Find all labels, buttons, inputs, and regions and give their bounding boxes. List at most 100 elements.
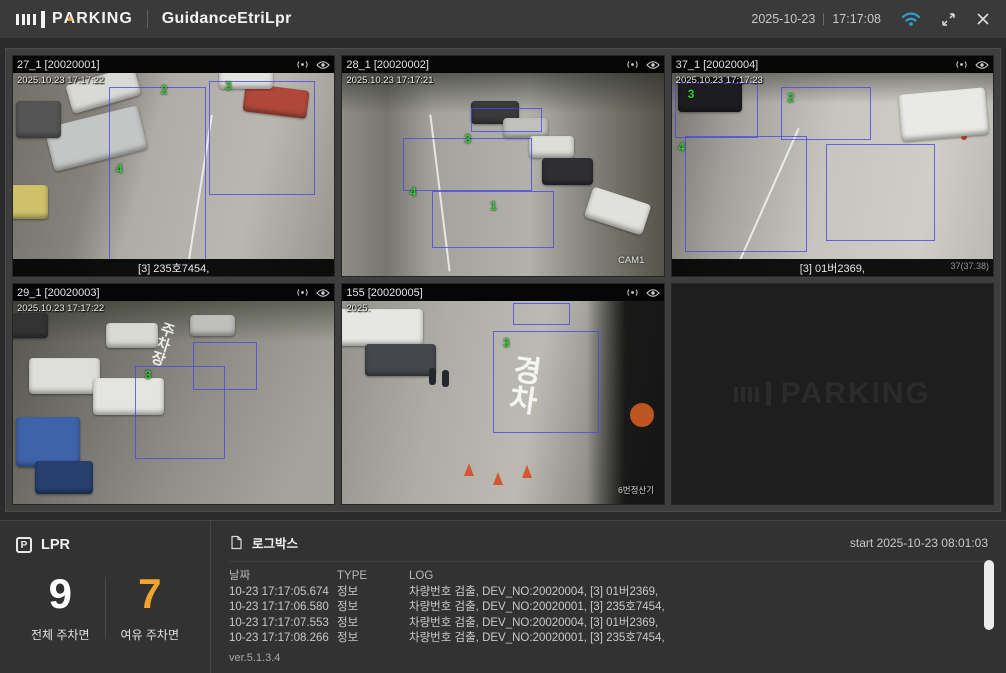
scene-cam-label: CAM1 (618, 255, 644, 266)
parking-watermark: PARKING (734, 377, 931, 411)
detection-number: 3 (145, 368, 152, 382)
scene-car (16, 101, 61, 138)
app-title: GuidanceEtriLpr (162, 10, 292, 28)
camera-tile-4[interactable]: 29_1 [20020003] 2025.10.23 17:17:22 주차장 … (12, 283, 335, 505)
wifi-icon (901, 11, 921, 27)
stream-icon[interactable] (295, 59, 310, 70)
camera-header: 155 [20020005] (342, 284, 663, 301)
eye-icon[interactable] (975, 60, 989, 70)
camera-header: 37_1 [20020004] (672, 56, 993, 73)
log-row[interactable]: 10-23 17:17:08.266정보차량번호 검출, DEV_NO:2002… (229, 631, 988, 647)
stream-icon[interactable] (625, 59, 640, 70)
camera-header: 29_1 [20020003] (13, 284, 334, 301)
logo-bar (766, 382, 771, 406)
available-spaces-stat: 7 여유 주차면 (106, 567, 195, 643)
total-spaces-value: 9 (16, 571, 105, 617)
scene-car (190, 315, 235, 335)
camera-label: 28_1 [20020002] (346, 59, 618, 71)
scene-car (29, 358, 100, 395)
stream-icon[interactable] (295, 287, 310, 298)
log-cell: 차량번호 검출, DEV_NO:20020001, [3] 235호7454, (409, 631, 988, 647)
watermark-text: PARKING (781, 377, 931, 411)
log-cell: 정보 (337, 631, 409, 647)
camera-grid: 27_1 [20020001] 2025.10.23 17:17:22 [3] … (5, 48, 1001, 512)
parking-logo: PARKING (16, 10, 133, 28)
lpr-stats: 9 전체 주차면 7 여유 주차면 (16, 567, 194, 643)
scene-person (429, 368, 436, 385)
total-spaces-stat: 9 전체 주차면 (16, 567, 105, 643)
camera-tile-5[interactable]: 155 [20020005] 2025. 경차 6번정산기 3 (341, 283, 664, 505)
detection-box (403, 138, 532, 191)
logbox-header: 로그박스 start 2025-10-23 08:01:03 (229, 533, 988, 562)
camera-tile-2[interactable]: 28_1 [20020002] 2025.10.23 17:17:21 CAM1… (341, 55, 664, 277)
fullscreen-button[interactable] (941, 12, 956, 27)
log-cell: 10-23 17:17:06.580 (229, 600, 337, 616)
camera-feed: 2025.10.23 17:17:23 [3] 01버2369, 37(37.3… (672, 73, 993, 276)
camera-tile-6-empty[interactable]: PARKING (671, 283, 994, 505)
logbox-start-time: start 2025-10-23 08:01:03 (850, 536, 988, 550)
scene-car (583, 186, 651, 236)
eye-icon[interactable] (316, 60, 330, 70)
detection-number: 4 (410, 185, 417, 199)
detection-box (685, 136, 807, 252)
camera-tile-3[interactable]: 37_1 [20020004] 2025.10.23 17:17:23 [3] … (671, 55, 994, 277)
camera-header: 28_1 [20020002] (342, 56, 663, 73)
log-cell: 10-23 17:17:08.266 (229, 631, 337, 647)
scene-banner-text: 6번정산기 (618, 484, 654, 496)
stream-icon[interactable] (954, 59, 969, 70)
log-col-log: LOG (409, 569, 988, 585)
eye-icon[interactable] (646, 288, 660, 298)
plate-caption-side: 37(37.38) (950, 261, 989, 271)
log-row[interactable]: 10-23 17:17:05.674정보차량번호 검출, DEV_NO:2002… (229, 585, 988, 601)
eye-icon[interactable] (646, 60, 660, 70)
close-button[interactable] (976, 12, 990, 26)
detection-box (209, 81, 315, 195)
document-icon (229, 535, 243, 550)
scene-car (13, 313, 48, 337)
eye-icon[interactable] (316, 288, 330, 298)
logo-bar (741, 387, 745, 402)
camera-feed: 2025.10.23 17:17:22 주차장 3 (13, 301, 334, 504)
plate-caption: [3] 235호7454, (13, 259, 334, 276)
log-scrollbar-thumb[interactable] (984, 560, 994, 630)
detection-number: 3 (503, 336, 510, 350)
camera-label: 37_1 [20020004] (676, 59, 948, 71)
log-row[interactable]: 10-23 17:17:07.553정보차량번호 검출, DEV_NO:2002… (229, 616, 988, 632)
scene-car (342, 309, 422, 346)
log-cell: 차량번호 검출, DEV_NO:20020004, [3] 01버2369, (409, 585, 988, 601)
camera-label: 27_1 [20020001] (17, 59, 289, 71)
log-cell: 차량번호 검출, DEV_NO:20020001, [3] 235호7454, (409, 600, 988, 616)
camera-header: 27_1 [20020001] (13, 56, 334, 73)
logo-bar (22, 14, 25, 25)
logo-bar (755, 387, 759, 402)
detection-number: 2 (161, 83, 168, 97)
lpr-title: LPR (41, 537, 70, 553)
camera-tile-1[interactable]: 27_1 [20020001] 2025.10.23 17:17:22 [3] … (12, 55, 335, 277)
detection-number: 3 (464, 132, 471, 146)
log-row[interactable]: 10-23 17:17:06.580정보차량번호 검출, DEV_NO:2002… (229, 600, 988, 616)
log-rows: 10-23 17:17:05.674정보차량번호 검출, DEV_NO:2002… (229, 585, 988, 647)
detection-number: 1 (490, 199, 497, 213)
log-table: 날짜 TYPE LOG 10-23 17:17:05.674정보차량번호 검출,… (229, 569, 988, 647)
title-separator (147, 10, 148, 28)
clock: 2025-10-23 17:17:08 (751, 12, 881, 26)
detection-box (193, 342, 257, 391)
detection-box (781, 87, 871, 140)
detection-number: 4 (678, 140, 685, 154)
scene-car (542, 158, 593, 184)
log-cell: 차량번호 검출, DEV_NO:20020004, [3] 01버2369, (409, 616, 988, 632)
log-cell: 10-23 17:17:05.674 (229, 585, 337, 601)
detection-number: 3 (225, 79, 232, 93)
camera-feed: 2025. 경차 6번정산기 3 (342, 301, 663, 504)
plate-caption: [3] 01버2369, 37(37.38) (672, 259, 993, 276)
stream-icon[interactable] (625, 287, 640, 298)
scene-car (106, 323, 157, 347)
logo-bar (41, 11, 45, 28)
lpr-header: P LPR (16, 537, 194, 553)
logo-bar (734, 387, 738, 402)
detection-number: 2 (787, 91, 794, 105)
bottom-panel: P LPR 9 전체 주차면 7 여유 주차면 로그박스 start 2025-… (0, 520, 1006, 673)
camera-label: 155 [20020005] (346, 287, 618, 299)
logbox-panel: 로그박스 start 2025-10-23 08:01:03 날짜 TYPE L… (211, 521, 1006, 673)
lpr-panel: P LPR 9 전체 주차면 7 여유 주차면 (0, 521, 211, 673)
